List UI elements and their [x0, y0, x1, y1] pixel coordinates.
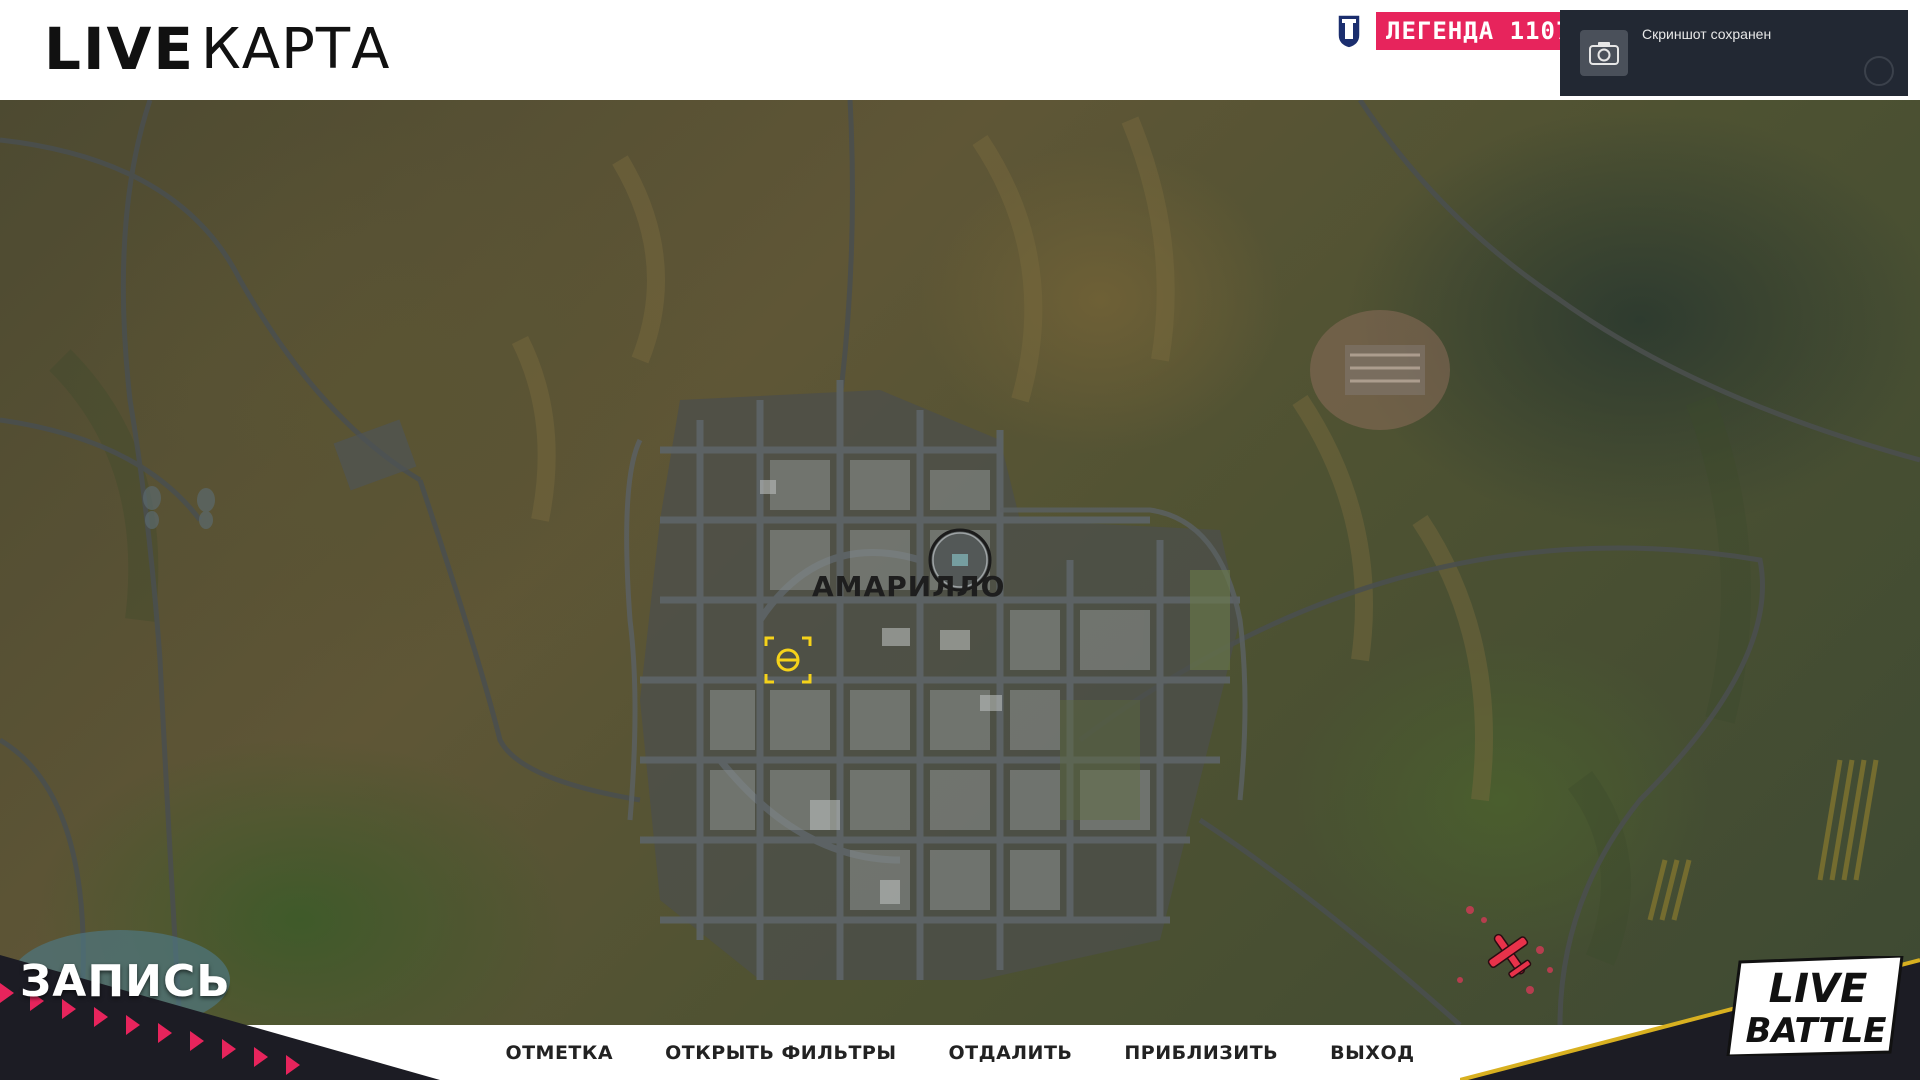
exit-button[interactable]: ВЫХОД	[1330, 1042, 1414, 1064]
game-map[interactable]	[0, 100, 1920, 1025]
live-battle-logo: LIVE BATTLE	[1726, 956, 1904, 1056]
logo-map-text: КАРТА	[201, 16, 391, 82]
legend-badge: ЛЕГЕНДА 1107	[1376, 12, 1582, 50]
shield-icon	[1337, 14, 1361, 49]
brand-line1: LIVE	[1769, 966, 1868, 1012]
open-filters-button[interactable]: ОТКРЫТЬ ФИЛЬТРЫ	[665, 1042, 896, 1064]
overlay-logo-icon	[1864, 56, 1894, 86]
logo-live-text: LIVE	[44, 15, 196, 83]
toast-message: Скриншот сохранен	[1642, 26, 1772, 42]
recording-label: ЗАПИСЬ	[20, 956, 231, 1007]
brand-line2: BATTLE	[1745, 1011, 1886, 1051]
legend-indicator: ЛЕГЕНДА 1107	[1336, 12, 1582, 50]
screenshot-toast: Скриншот сохранен	[1560, 10, 1908, 96]
player-target-icon[interactable]	[764, 636, 812, 684]
city-name-label: АМАРИЛЛО	[812, 570, 1006, 603]
zoom-in-button[interactable]: ПРИБЛИЗИТЬ	[1124, 1042, 1278, 1064]
camera-icon	[1580, 30, 1628, 76]
live-karta-logo: LIVE КАРТА	[44, 14, 390, 84]
mark-button[interactable]: ОТМЕТКА	[505, 1042, 613, 1064]
city-amarillo	[624, 380, 1248, 980]
zoom-out-button[interactable]: ОТДАЛИТЬ	[949, 1042, 1073, 1064]
